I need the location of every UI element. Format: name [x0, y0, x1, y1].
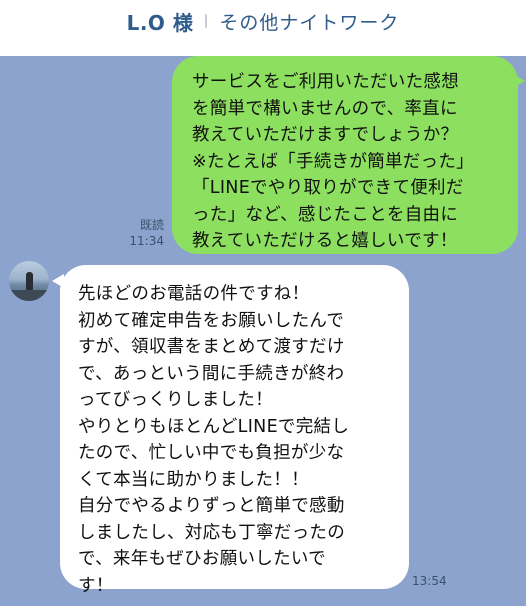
contact-category: その他ナイトワーク [219, 11, 400, 34]
chat-header-content: L.O 様 その他ナイトワーク [127, 7, 400, 36]
chat-area[interactable]: 既読 11:34 サービスをご利用いただいた感想 を簡単で構いませんので、率直に… [0, 56, 526, 606]
avatar-photo-ground [9, 290, 49, 301]
avatar-photo-figure [26, 272, 33, 290]
message-line: 教えていただけると嬉しいです！ [192, 231, 458, 251]
incoming-message-bubble[interactable]: 先ほどのお電話の件ですね！ 初めて確定申告をお願いしたんで すが、領収書をまとめ… [60, 265, 409, 596]
outgoing-timestamp: 11:34 [129, 234, 164, 248]
message-line: サービスをご利用いただいた感想 [192, 72, 459, 92]
message-line: で、来年もぜひお願いしたいで [78, 549, 326, 569]
message-line: 先ほどのお電話の件ですね！ [78, 284, 310, 304]
contact-name[interactable]: L.O 様 [127, 7, 194, 36]
chat-header: L.O 様 その他ナイトワーク [0, 0, 526, 56]
message-line: 教えていただけますでしょうか？ [192, 125, 459, 145]
message-line: やりとりもほとんどLINEで完結し [78, 416, 350, 437]
message-line: 「LINEでやり取りができて便利だ [192, 178, 464, 198]
message-line: たので、忙しい中でも負担が少な [78, 443, 345, 463]
message-line: ※たとえば「手続きが簡単だった」 [192, 151, 474, 172]
message-line: す！ [78, 575, 114, 596]
incoming-timestamp: 13:54 [412, 574, 447, 588]
message-line: った」など、感じたことを自由に [192, 204, 459, 225]
header-divider [205, 14, 208, 28]
message-line: 初めて確定申告をお願いしたんで [78, 310, 345, 331]
contact-avatar[interactable] [9, 261, 49, 301]
outgoing-message-bubble[interactable]: サービスをご利用いただいた感想 を簡単で構いませんので、率直に 教えていただけま… [172, 56, 518, 254]
message-line: すが、領収書をまとめて渡すだけ [78, 337, 345, 357]
message-line: 自分でやるよりずっと簡単で感動 [78, 496, 345, 516]
message-line: で、あっという間に手続きが終わ [78, 363, 345, 384]
message-line: しましたし、対応も丁寧だったの [78, 522, 345, 543]
message-line: を簡単で構いませんので、率直に [192, 98, 458, 119]
message-line: くて本当に助かりました！！ [78, 469, 309, 490]
read-receipt: 既読 [139, 218, 164, 232]
outgoing-bubble-tail [513, 74, 525, 88]
message-line: ってびっくりしました！ [78, 390, 273, 410]
